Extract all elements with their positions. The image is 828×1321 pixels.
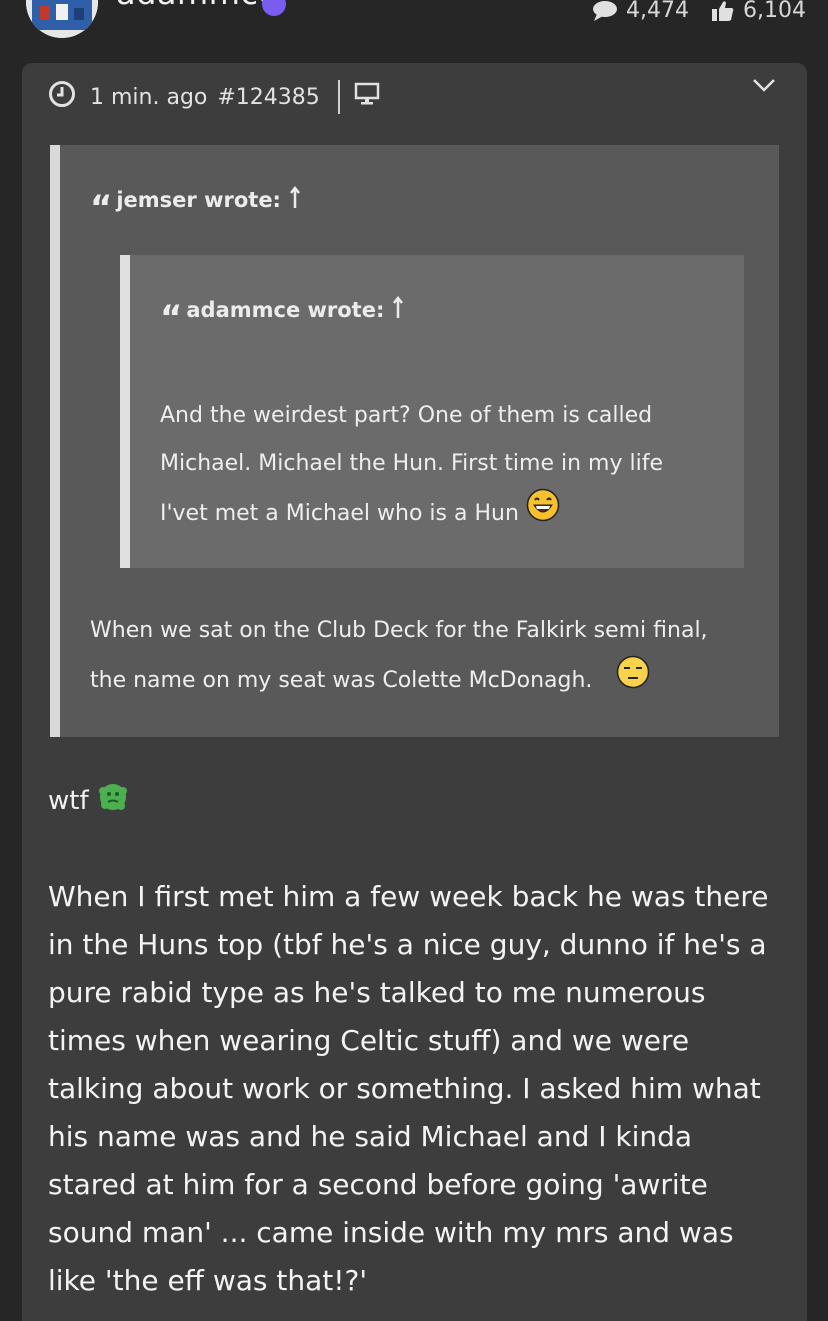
inner-quote-line-last: I'vet met a Michael who is a Hun	[160, 488, 663, 540]
post-body-line: talking about work or something. I asked…	[48, 1072, 761, 1105]
post-body-line: in the Huns top (tbf he's a nice guy, du…	[48, 928, 767, 961]
post-body-line: sound man' ... came inside with my mrs a…	[48, 1216, 734, 1249]
post-meta: 1 min. ago #124385	[48, 80, 380, 114]
avatar[interactable]	[26, 0, 98, 38]
post-body-line: like 'the eff was that!?'	[48, 1264, 368, 1297]
outer-quote-text: When we sat on the Club Deck for the Fal…	[90, 607, 708, 707]
outer-quote-line: the name on my seat was Colette McDonagh…	[90, 668, 593, 693]
username[interactable]: adammce	[116, 0, 279, 12]
post-card: 1 min. ago #124385 “ jemser wrote: “ ada…	[22, 63, 807, 1321]
post-id[interactable]: #124385	[217, 85, 319, 110]
post-body-line: stared at him for a second before going …	[48, 1168, 708, 1201]
post-time[interactable]: 1 min. ago	[90, 85, 207, 110]
meta-divider	[337, 80, 340, 114]
likes-stat: 6,104	[711, 0, 806, 23]
outer-quote-author[interactable]: jemser wrote:	[116, 188, 281, 212]
inner-quote: “ adammce wrote: And the weirdest part? …	[120, 255, 744, 568]
user-header: adammce 4,474 6,104	[0, 0, 828, 56]
outer-quote-header: “ jemser wrote:	[90, 183, 301, 225]
inner-quote-author[interactable]: adammce wrote:	[186, 298, 384, 322]
thumbs-up-icon	[711, 0, 735, 22]
arrow-up-icon[interactable]	[392, 295, 404, 325]
arrow-up-icon[interactable]	[289, 185, 301, 215]
post-body-line: When I first met him a few week back he …	[48, 880, 769, 913]
quote-icon: “	[90, 188, 112, 228]
forum-page: adammce 4,474 6,104	[0, 0, 828, 1321]
inner-quote-text: And the weirdest part? One of them is ca…	[160, 392, 663, 540]
outer-quote-line-last: the name on my seat was Colette McDonagh…	[90, 655, 708, 707]
clock-icon	[48, 80, 76, 114]
outer-quote-line: When we sat on the Club Deck for the Fal…	[90, 618, 708, 643]
comments-stat: 4,474	[592, 0, 689, 23]
post-body-line: times when wearing Celtic stuff) and we …	[48, 1024, 690, 1057]
speech-bubble-icon	[592, 0, 618, 22]
short-reply-text: wtf	[48, 785, 89, 816]
green-sick-face-emoji	[97, 781, 129, 820]
user-stats: 4,474 6,104	[592, 0, 806, 23]
laughing-face-emoji	[526, 488, 560, 540]
inner-quote-line: And the weirdest part? One of them is ca…	[160, 403, 653, 428]
quote-icon: “	[160, 298, 182, 338]
unamused-face-emoji	[616, 655, 650, 707]
post-body: When I first met him a few week back he …	[48, 873, 788, 1305]
inner-quote-line: I'vet met a Michael who is a Hun	[160, 501, 519, 526]
short-reply: wtf	[48, 781, 129, 820]
inner-quote-line: Michael. Michael the Hun. First time in …	[160, 451, 664, 476]
online-status-dot	[262, 0, 286, 16]
post-body-line: his name was and he said Michael and I k…	[48, 1120, 693, 1153]
comments-count: 4,474	[626, 0, 690, 23]
inner-quote-header: “ adammce wrote:	[160, 293, 404, 335]
outer-quote: “ jemser wrote: “ adammce wrote: And the…	[50, 145, 779, 737]
chevron-down-icon[interactable]	[751, 75, 777, 99]
likes-count: 6,104	[743, 0, 806, 23]
desktop-icon	[354, 82, 380, 112]
post-body-line: pure rabid type as he's talked to me num…	[48, 976, 706, 1009]
